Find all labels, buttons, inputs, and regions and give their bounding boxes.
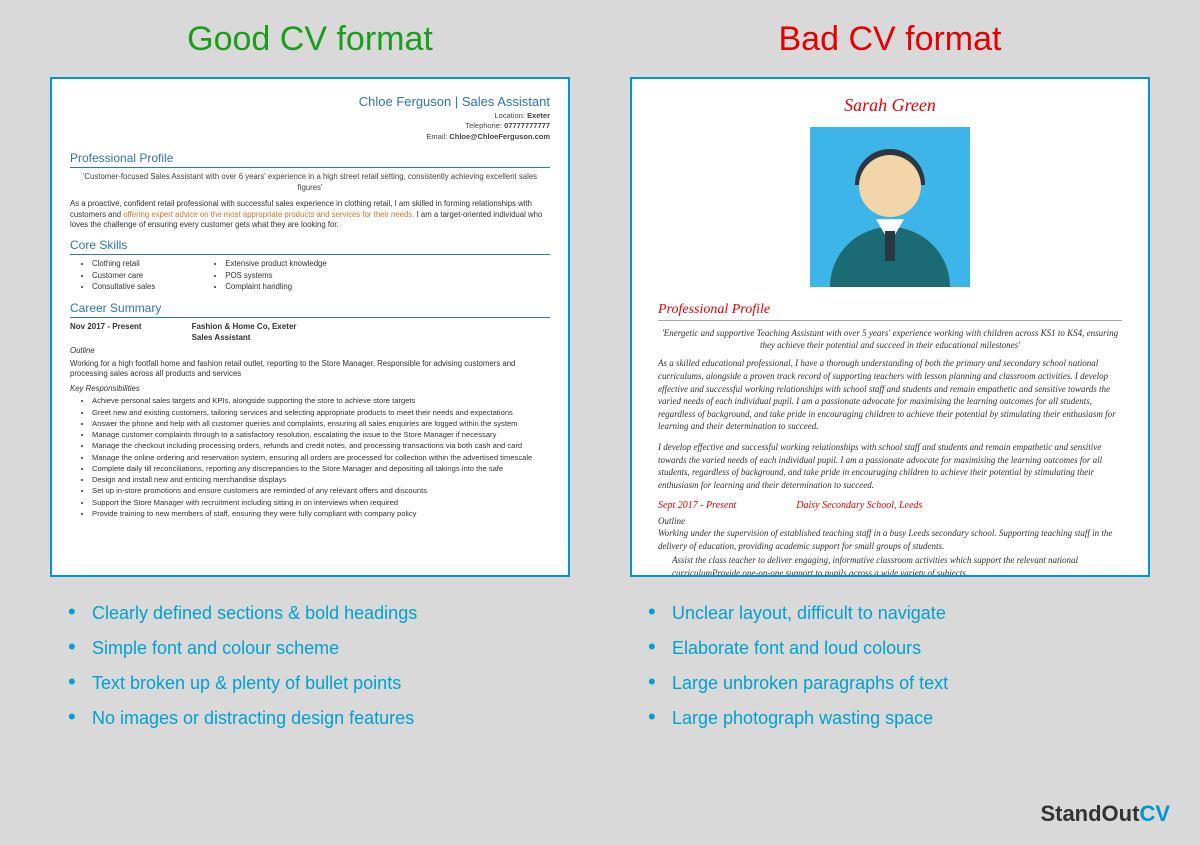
email-value: Chloe@ChloeFerguson.com bbox=[449, 132, 550, 141]
email-label: Email: bbox=[426, 132, 447, 141]
bad-outline-heading: Outline bbox=[658, 515, 1122, 527]
location-label: Location: bbox=[495, 111, 525, 120]
responsibilities-list: Achieve personal sales targets and KPIs,… bbox=[70, 396, 550, 519]
bullet-item: No images or distracting design features bbox=[68, 708, 570, 729]
bullet-item: Unclear layout, difficult to navigate bbox=[648, 603, 1150, 624]
bad-job-company: Daisy Secondary School, Leeds bbox=[796, 499, 922, 513]
bad-paragraph-2: I develop effective and successful worki… bbox=[658, 441, 1122, 491]
good-title: Good CV format bbox=[50, 20, 570, 59]
avatar-head bbox=[859, 155, 921, 217]
skill-item: Extensive product knowledge bbox=[225, 259, 326, 270]
bad-title: Bad CV format bbox=[630, 20, 1150, 59]
avatar-tie bbox=[885, 231, 895, 261]
skill-item: Clothing retail bbox=[92, 259, 155, 270]
resp-item: Complete daily till reconciliations, rep… bbox=[92, 464, 550, 474]
skill-item: Complaint handling bbox=[225, 282, 326, 293]
skill-item: Customer care bbox=[92, 271, 155, 282]
skill-item: POS systems bbox=[225, 271, 326, 282]
logo-cv: CV bbox=[1139, 801, 1170, 826]
standout-cv-logo: StandOutCV bbox=[1040, 801, 1170, 827]
job-company: Fashion & Home Co, Exeter bbox=[192, 322, 297, 331]
bad-bullets: Unclear layout, difficult to navigate El… bbox=[630, 603, 1150, 743]
job-date: Nov 2017 - Present bbox=[70, 322, 142, 344]
skills-columns: Clothing retail Customer care Consultati… bbox=[70, 259, 550, 294]
resp-item: Answer the phone and help with all custo… bbox=[92, 419, 550, 429]
bullet-item: Elaborate font and loud colours bbox=[648, 638, 1150, 659]
bad-outline-text: Working under the supervision of establi… bbox=[658, 527, 1122, 552]
resp-item: Greet new and existing customers, tailor… bbox=[92, 408, 550, 418]
profile-quote: 'Customer-focused Sales Assistant with o… bbox=[70, 172, 550, 193]
skills-heading: Core Skills bbox=[70, 237, 550, 255]
job-company-title: Fashion & Home Co, Exeter Sales Assistan… bbox=[192, 322, 297, 344]
bad-column: Bad CV format Sarah Green Professional P… bbox=[630, 20, 1150, 845]
skills-left: Clothing retail Customer care Consultati… bbox=[82, 259, 155, 294]
profile-heading: Professional Profile bbox=[70, 150, 550, 168]
skill-item: Consultative sales bbox=[92, 282, 155, 293]
para-highlight: offering expert advice on the most appro… bbox=[123, 210, 414, 219]
resp-item: Manage the online ordering and reservati… bbox=[92, 453, 550, 463]
bullet-item: Large unbroken paragraphs of text bbox=[648, 673, 1150, 694]
tel-value: 07777777777 bbox=[504, 121, 550, 130]
cv-contact: Location: Exeter Telephone: 07777777777 … bbox=[70, 111, 550, 143]
good-column: Good CV format Chloe Ferguson | Sales As… bbox=[50, 20, 570, 845]
resp-item: Design and install new and enticing merc… bbox=[92, 475, 550, 485]
career-heading: Career Summary bbox=[70, 300, 550, 318]
good-cv-preview: Chloe Ferguson | Sales Assistant Locatio… bbox=[50, 77, 570, 577]
bad-job-date: Sept 2017 - Present bbox=[658, 499, 736, 513]
logo-standout: StandOut bbox=[1040, 801, 1139, 826]
bad-cv-name: Sarah Green bbox=[658, 93, 1122, 117]
outline-heading: Outline bbox=[70, 346, 550, 357]
comparison-container: Good CV format Chloe Ferguson | Sales As… bbox=[0, 0, 1200, 845]
bad-cv-preview: Sarah Green Professional Profile 'Energe… bbox=[630, 77, 1150, 577]
tel-label: Telephone: bbox=[465, 121, 502, 130]
resp-item: Provide training to new members of staff… bbox=[92, 509, 550, 519]
skills-right: Extensive product knowledge POS systems … bbox=[215, 259, 326, 294]
avatar-image bbox=[810, 127, 970, 287]
cv-name: Chloe Ferguson | Sales Assistant bbox=[70, 93, 550, 111]
bad-profile-quote: 'Energetic and supportive Teaching Assis… bbox=[658, 327, 1122, 351]
bad-resp-1: Assist the class teacher to deliver enga… bbox=[658, 554, 1122, 577]
resp-item: Manage the checkout including processing… bbox=[92, 441, 550, 451]
good-bullets: Clearly defined sections & bold headings… bbox=[50, 603, 570, 743]
location-value: Exeter bbox=[527, 111, 550, 120]
bullet-item: Clearly defined sections & bold headings bbox=[68, 603, 570, 624]
profile-paragraph: As a proactive, confident retail profess… bbox=[70, 199, 550, 231]
resp-item: Achieve personal sales targets and KPIs,… bbox=[92, 396, 550, 406]
bullet-item: Simple font and colour scheme bbox=[68, 638, 570, 659]
bullet-item: Large photograph wasting space bbox=[648, 708, 1150, 729]
resp-item: Manage customer complaints through to a … bbox=[92, 430, 550, 440]
job-header: Nov 2017 - Present Fashion & Home Co, Ex… bbox=[70, 322, 550, 344]
bad-paragraph-1: As a skilled educational professional, I… bbox=[658, 357, 1122, 433]
bullet-item: Text broken up & plenty of bullet points bbox=[68, 673, 570, 694]
resp-item: Support the Store Manager with recruitme… bbox=[92, 498, 550, 508]
bad-job-header: Sept 2017 - Present Daisy Secondary Scho… bbox=[658, 499, 1122, 513]
resp-item: Set up in-store promotions and ensure cu… bbox=[92, 486, 550, 496]
bad-profile-heading: Professional Profile bbox=[658, 301, 1122, 321]
responsibilities-heading: Key Responsibilities bbox=[70, 384, 550, 395]
outline-text: Working for a high footfall home and fas… bbox=[70, 359, 550, 380]
job-title: Sales Assistant bbox=[192, 333, 251, 342]
